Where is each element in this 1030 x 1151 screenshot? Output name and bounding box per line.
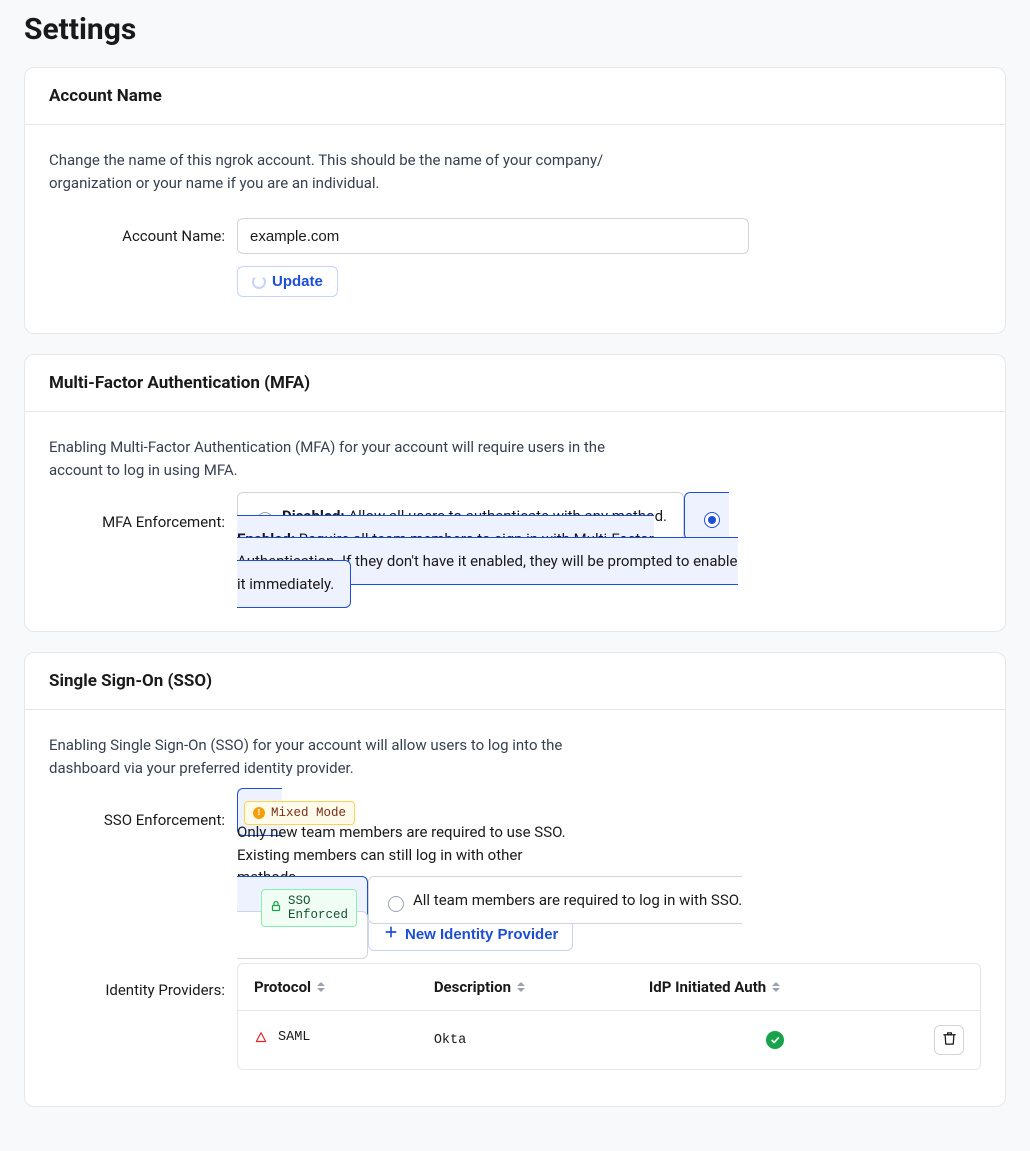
spinner-icon	[252, 275, 266, 289]
new-identity-provider-label: New Identity Provider	[405, 926, 558, 943]
check-icon	[766, 1031, 784, 1049]
mfa-option-enabled-text: Require all team members to sign in with…	[237, 530, 738, 593]
description-value: Okta	[418, 1011, 633, 1070]
page-title: Settings	[24, 12, 1006, 47]
account-name-description: Change the name of this ngrok account. T…	[49, 149, 609, 194]
trash-icon	[942, 1031, 957, 1049]
sso-title: Single Sign-On (SSO)	[49, 671, 981, 691]
sso-radio-enforced[interactable]	[388, 896, 404, 912]
mfa-card-header: Multi-Factor Authentication (MFA)	[25, 355, 1005, 412]
col-idp-auth[interactable]: IdP Initiated Auth	[633, 964, 918, 1011]
mfa-card: Multi-Factor Authentication (MFA) Enabli…	[24, 354, 1006, 632]
saml-icon	[254, 1031, 268, 1045]
identity-providers-table: Protocol Description	[237, 963, 981, 1070]
sort-icon	[317, 982, 325, 992]
sso-enforced-badge: SSO Enforced	[261, 889, 357, 927]
sort-icon	[772, 982, 780, 992]
account-name-label: Account Name:	[49, 227, 237, 245]
lock-icon	[270, 900, 282, 916]
sso-enforcement-label: SSO Enforcement:	[49, 803, 237, 829]
update-button-label: Update	[272, 273, 323, 290]
mfa-description: Enabling Multi-Factor Authentication (MF…	[49, 436, 609, 481]
col-description[interactable]: Description	[418, 964, 633, 1011]
mfa-radio-enabled[interactable]	[704, 512, 720, 528]
delete-button[interactable]	[934, 1025, 964, 1055]
account-name-card-header: Account Name	[25, 68, 1005, 125]
mfa-option-enabled-bold: Enabled:	[237, 530, 295, 548]
identity-providers-label: Identity Providers:	[49, 963, 237, 999]
sso-card-header: Single Sign-On (SSO)	[25, 653, 1005, 710]
sso-option-enforced-text: All team members are required to log in …	[413, 891, 742, 909]
account-name-card: Account Name Change the name of this ngr…	[24, 67, 1006, 334]
sso-enforced-badge-label: SSO Enforced	[288, 894, 348, 922]
mfa-enforcement-label: MFA Enforcement:	[49, 505, 237, 531]
mfa-title: Multi-Factor Authentication (MFA)	[49, 373, 981, 393]
account-name-title: Account Name	[49, 86, 981, 106]
protocol-value: SAML	[278, 1030, 310, 1045]
table-row: SAML Okta	[238, 1011, 980, 1070]
mixed-mode-badge: ! Mixed Mode	[244, 801, 355, 825]
sso-card: Single Sign-On (SSO) Enabling Single Sig…	[24, 652, 1006, 1107]
mixed-mode-badge-label: Mixed Mode	[271, 806, 346, 820]
sort-icon	[517, 982, 525, 992]
update-button[interactable]: Update	[237, 266, 338, 297]
sso-description: Enabling Single Sign-On (SSO) for your a…	[49, 734, 609, 779]
plus-icon	[383, 924, 399, 944]
warning-icon: !	[253, 807, 265, 819]
account-name-input[interactable]	[237, 218, 749, 254]
col-protocol[interactable]: Protocol	[238, 964, 418, 1011]
